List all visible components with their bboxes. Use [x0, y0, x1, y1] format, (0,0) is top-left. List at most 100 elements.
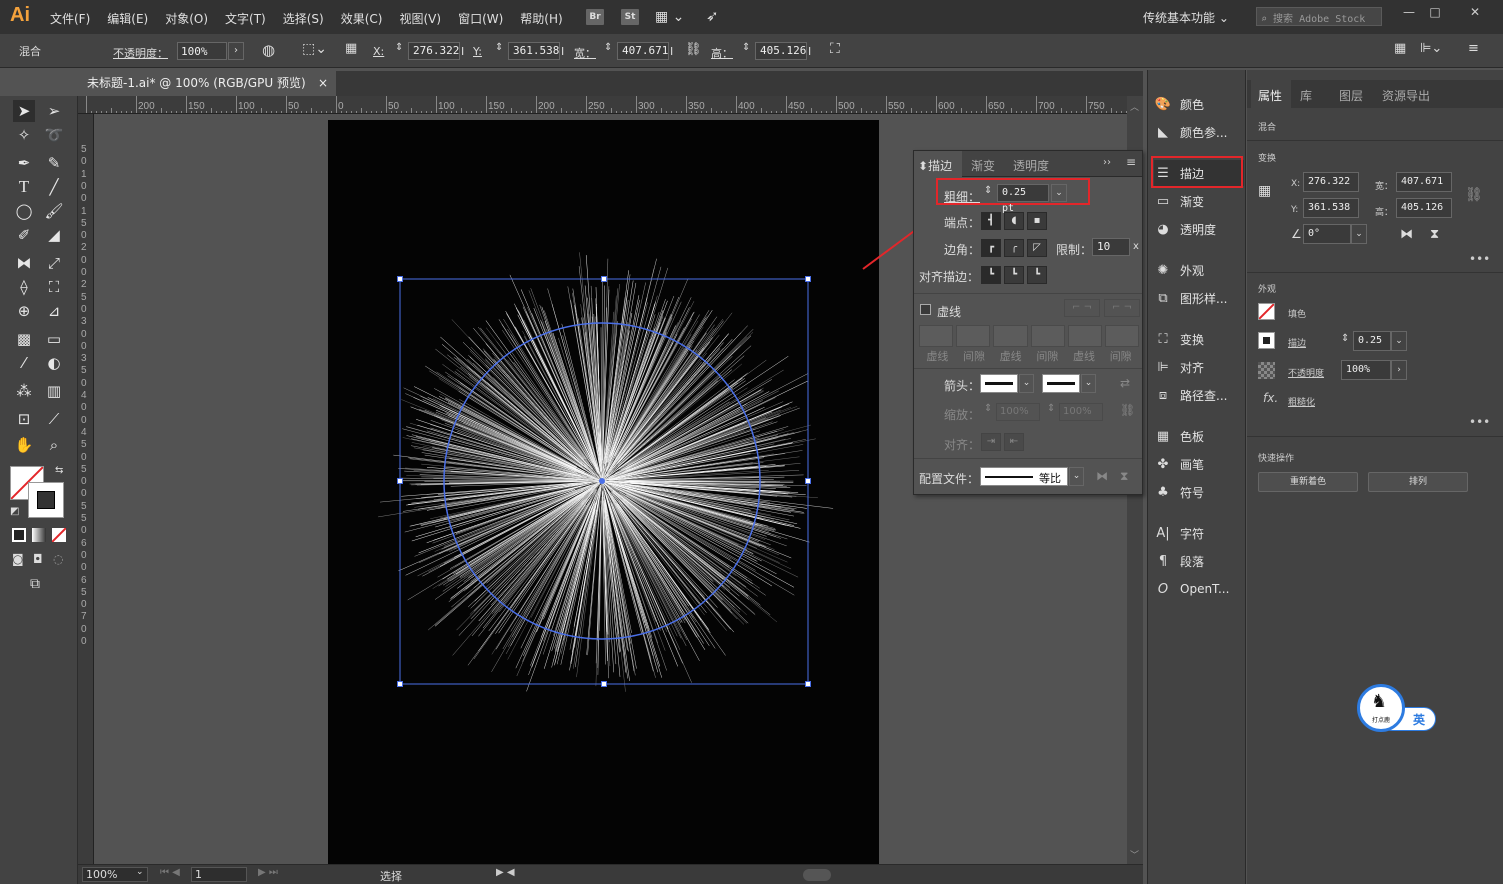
- menu-window[interactable]: 窗口(W): [458, 10, 503, 27]
- panel-pathfinder[interactable]: ⧈ 路径查...: [1154, 382, 1244, 408]
- mesh-tool-icon[interactable]: ▩: [13, 328, 35, 350]
- tab-layers[interactable]: 图层: [1339, 87, 1363, 104]
- round-cap-icon[interactable]: ◖: [1004, 212, 1024, 230]
- opacity-label[interactable]: 不透明度：: [113, 45, 168, 61]
- control-bar-icon-2[interactable]: ⊫⌄: [1420, 41, 1442, 56]
- dash-align-icon[interactable]: ⌐ ¬: [1104, 299, 1140, 317]
- close-tab-icon[interactable]: ×: [318, 76, 328, 91]
- round-join-icon[interactable]: ╭: [1004, 239, 1024, 257]
- panel-color-guide[interactable]: ◣ 颜色参...: [1154, 119, 1244, 145]
- tab-libraries[interactable]: 库: [1300, 87, 1312, 104]
- direct-selection-tool-icon[interactable]: ➢: [43, 100, 65, 122]
- x-field[interactable]: 276.322: [408, 42, 460, 60]
- rotate-field[interactable]: 0°: [1303, 224, 1351, 244]
- scale2-stepper-icon[interactable]: ⇕: [1047, 403, 1055, 414]
- props-opacity-arrow-icon[interactable]: ›: [1391, 360, 1407, 380]
- ellipse-tool-icon[interactable]: ◯: [13, 200, 35, 222]
- link-icon[interactable]: ⛓: [685, 42, 702, 57]
- h-stepper-icon[interactable]: ⇕: [742, 42, 750, 53]
- menu-select[interactable]: 选择(S): [283, 10, 324, 27]
- eraser-tool-icon[interactable]: ◢: [43, 224, 65, 246]
- h-field[interactable]: 405.126: [755, 42, 807, 60]
- panel-graphic-styles[interactable]: ⧉ 图形样...: [1154, 285, 1244, 311]
- symbol-sprayer-tool-icon[interactable]: ⁂: [13, 380, 35, 402]
- arrange-button[interactable]: 排列: [1368, 472, 1468, 492]
- menu-file[interactable]: 文件(F): [50, 10, 90, 27]
- panel-transform[interactable]: ⛶ 变换: [1154, 326, 1244, 352]
- magic-wand-tool-icon[interactable]: ✧: [13, 124, 35, 146]
- tab-asset-export[interactable]: 资源导出: [1382, 87, 1430, 104]
- starburst-artwork[interactable]: [378, 252, 834, 692]
- scroll-down-icon[interactable]: ﹀: [1130, 848, 1139, 861]
- props-fill-swatch[interactable]: [1258, 303, 1275, 320]
- props-y-field[interactable]: 361.538: [1303, 198, 1359, 218]
- blend-tool-icon[interactable]: ◐: [43, 352, 65, 374]
- stroke-swatch[interactable]: [28, 482, 64, 518]
- menu-object[interactable]: 对象(O): [165, 10, 208, 27]
- recolor-globe-icon[interactable]: ◍: [262, 41, 275, 59]
- horizontal-scroll-thumb[interactable]: [803, 869, 831, 881]
- props-stroke-dropdown-icon[interactable]: ⌄: [1391, 331, 1407, 351]
- weight-stepper-icon[interactable]: ⇕: [984, 185, 992, 196]
- reflect-tool-icon[interactable]: ⧓: [13, 252, 35, 274]
- props-x-field[interactable]: 276.322: [1303, 172, 1359, 192]
- props-opacity-label[interactable]: 不透明度: [1288, 366, 1324, 379]
- props-stroke-swatch[interactable]: [1258, 332, 1275, 349]
- line-tool-icon[interactable]: ╱: [43, 176, 65, 198]
- menu-view[interactable]: 视图(V): [399, 10, 441, 27]
- tab-gradient[interactable]: 渐变: [971, 157, 995, 174]
- w-field[interactable]: 407.671: [617, 42, 669, 60]
- y-field[interactable]: 361.538: [508, 42, 560, 60]
- arrow-place-icon[interactable]: ⇤: [1004, 433, 1024, 451]
- panel-color[interactable]: 🎨 颜色: [1154, 91, 1244, 117]
- draw-inside-icon[interactable]: ◌: [53, 552, 63, 566]
- gradient-tool-icon[interactable]: ▭: [43, 328, 65, 350]
- next-page-icon[interactable]: ▶ ⏭: [258, 867, 278, 878]
- flip-along-icon[interactable]: ⧗: [1120, 469, 1128, 484]
- shape-builder-tool-icon[interactable]: ⊕: [13, 300, 35, 322]
- gpu-rocket-icon[interactable]: ➶: [706, 7, 719, 25]
- panel-collapse-icon[interactable]: ››: [1103, 157, 1111, 168]
- scale2-field[interactable]: 100%: [1059, 403, 1103, 421]
- end-arrowhead-dropdown-icon[interactable]: ⌄: [1081, 374, 1096, 393]
- selection-tool-icon[interactable]: ➤: [13, 100, 35, 122]
- bridge-button[interactable]: Br: [586, 9, 604, 25]
- opacity-arrow-icon[interactable]: ›: [228, 42, 244, 60]
- menu-type[interactable]: 文字(T): [225, 10, 266, 27]
- end-arrowhead-select[interactable]: [1042, 374, 1080, 393]
- paintbrush-tool-icon[interactable]: 🖌: [43, 200, 65, 222]
- y-stepper-icon[interactable]: ⇕: [495, 42, 503, 53]
- props-w-field[interactable]: 407.671: [1396, 172, 1452, 192]
- bevel-join-icon[interactable]: ◸: [1027, 239, 1047, 257]
- w-stepper-icon[interactable]: ⇕: [604, 42, 612, 53]
- panel-align[interactable]: ⊫ 对齐: [1154, 354, 1244, 380]
- dash-field-3[interactable]: [1067, 325, 1102, 347]
- panel-character[interactable]: A| 字符: [1154, 520, 1244, 546]
- pen-tool-icon[interactable]: ✒: [13, 152, 35, 174]
- reference-point-icon[interactable]: ▦: [345, 41, 357, 56]
- profile-select[interactable]: 等比: [980, 467, 1068, 486]
- width-tool-icon[interactable]: ⟠: [13, 276, 35, 298]
- slice-tool-icon[interactable]: ⟋: [43, 408, 65, 430]
- props-stroke-stepper-icon[interactable]: ⇕: [1341, 333, 1349, 344]
- draw-behind-icon[interactable]: ◘: [33, 552, 43, 566]
- workspace-switcher[interactable]: 传统基本功能 ⌄: [1143, 9, 1229, 26]
- type-tool-icon[interactable]: T: [13, 176, 35, 198]
- transform-icon[interactable]: ⛶: [830, 41, 840, 57]
- props-stroke-label[interactable]: 描边: [1288, 336, 1306, 349]
- column-graph-tool-icon[interactable]: ▥: [43, 380, 65, 402]
- props-h-field[interactable]: 405.126: [1396, 198, 1452, 218]
- rotate-dropdown-icon[interactable]: ⌄: [1351, 224, 1367, 244]
- artboard-tool-icon[interactable]: ⊡: [13, 408, 35, 430]
- transform-more-icon[interactable]: •••: [1469, 252, 1490, 266]
- draw-normal-icon[interactable]: ◙: [12, 552, 24, 566]
- status-arrow-icon[interactable]: ▶ ◀: [496, 867, 515, 878]
- fx-icon[interactable]: fx.: [1263, 391, 1278, 405]
- projecting-cap-icon[interactable]: ▪: [1027, 212, 1047, 230]
- roughen-effect-link[interactable]: 粗糙化: [1288, 395, 1315, 408]
- flip-axis-icon[interactable]: ⧓: [1096, 469, 1108, 483]
- limit-field[interactable]: 10: [1092, 238, 1130, 256]
- props-stroke-field[interactable]: 0.25: [1353, 331, 1391, 351]
- opacity-field[interactable]: 100%: [177, 42, 227, 60]
- screen-mode-icon[interactable]: ⧉: [30, 576, 40, 592]
